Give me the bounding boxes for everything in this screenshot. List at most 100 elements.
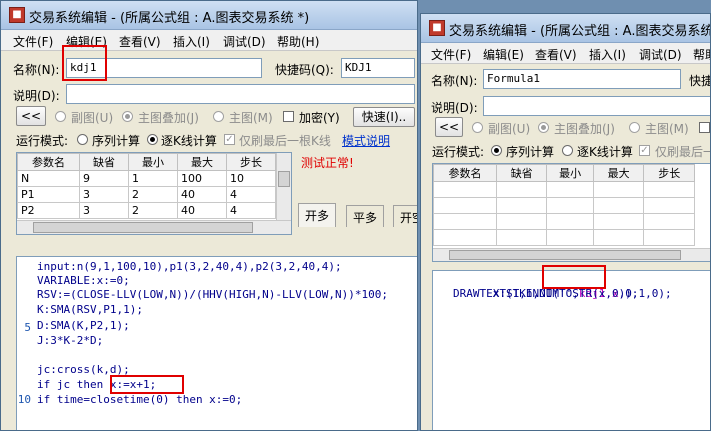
radio-mainchart[interactable] xyxy=(213,111,224,122)
only-last-bar-checkbox[interactable]: ✓ xyxy=(639,145,650,156)
code-editor[interactable]: 5 10 input:n(9,1,100,10),p1(3,2,40,4),p2… xyxy=(16,256,417,430)
menu-help[interactable]: 帮助(H) xyxy=(277,33,319,50)
shortcut-label: 快捷码(Q): xyxy=(275,63,334,77)
title-bar[interactable]: ■ 交易系统编辑 - (所属公式组 : A.图表交易系统) xyxy=(421,14,710,43)
radio-subchart[interactable] xyxy=(472,122,483,133)
params-header: 步长 xyxy=(226,153,276,171)
param-cell[interactable]: 4 xyxy=(226,186,276,203)
menu-view[interactable]: 查看(V) xyxy=(535,46,577,63)
param-cell[interactable]: 2 xyxy=(128,202,179,219)
params-grid[interactable]: 参数名 缺省 最小 最大 步长 N 9 1 100 10 P1 3 2 40 4 xyxy=(16,152,292,235)
menu-insert[interactable]: 插入(I) xyxy=(589,46,626,63)
radio-per-bar-calc[interactable] xyxy=(562,145,573,156)
table-row[interactable] xyxy=(433,229,695,246)
table-row[interactable]: N 9 1 100 10 xyxy=(16,170,276,187)
param-cell[interactable]: 2 xyxy=(128,186,179,203)
param-cell[interactable]: 40 xyxy=(177,186,227,203)
param-cell[interactable]: 1 xyxy=(128,170,179,187)
param-cell[interactable]: 4 xyxy=(226,202,276,219)
menu-insert[interactable]: 插入(I) xyxy=(173,33,210,50)
params-header: 步长 xyxy=(643,164,695,182)
params-header: 最大 xyxy=(177,153,227,171)
params-vertical-scrollbar[interactable] xyxy=(276,153,291,220)
table-row[interactable] xyxy=(433,181,695,198)
table-row[interactable] xyxy=(433,213,695,230)
name-input[interactable]: Formula1 xyxy=(483,69,681,89)
collapse-button[interactable]: << xyxy=(16,106,46,126)
tab-open-long[interactable]: 开多 xyxy=(298,203,337,227)
code-line: if time=closetime(0) then x:=0; xyxy=(37,393,243,406)
app-icon: ■ xyxy=(429,20,445,36)
param-cell[interactable]: 9 xyxy=(79,170,130,187)
menu-debug[interactable]: 调试(D) xyxy=(223,33,266,50)
params-table: 参数名 缺省 最小 最大 步长 xyxy=(433,164,695,246)
param-cell[interactable]: 100 xyxy=(177,170,227,187)
menu-edit[interactable]: 编辑(E) xyxy=(483,46,524,63)
radio-per-bar-calc-label: 逐K线计算 xyxy=(577,145,633,159)
params-header: 参数名 xyxy=(16,153,81,171)
radio-sequence-calc[interactable] xyxy=(77,134,88,145)
encrypt-label: 加密(Y) xyxy=(299,111,340,125)
table-row[interactable]: P1 3 2 40 4 xyxy=(16,186,276,203)
radio-main-overlay[interactable] xyxy=(538,122,549,133)
param-cell[interactable]: 3 xyxy=(79,202,130,219)
description-input[interactable] xyxy=(483,96,710,116)
only-last-bar-label: 仅刷最后一 xyxy=(655,145,711,159)
scroll-thumb[interactable] xyxy=(278,171,290,187)
code-editor[interactable]: x:STKINDI('',kdj1.x,0,1,0); DRAWTEXT(1,h… xyxy=(432,270,710,430)
radio-mainchart[interactable] xyxy=(629,122,640,133)
scroll-thumb[interactable] xyxy=(33,222,253,233)
menu-debug[interactable]: 调试(D) xyxy=(639,46,682,63)
table-row[interactable]: P2 3 2 40 4 xyxy=(16,202,276,219)
param-cell[interactable]: 10 xyxy=(226,170,276,187)
radio-sequence-calc-label: 序列计算 xyxy=(506,145,555,159)
param-cell[interactable]: P1 xyxy=(16,186,81,203)
tab-open-short[interactable]: 开空 xyxy=(393,205,417,227)
table-row[interactable] xyxy=(433,197,695,214)
params-grid[interactable]: 参数名 缺省 最小 最大 步长 xyxy=(432,163,710,262)
menu-file[interactable]: 文件(F) xyxy=(13,33,53,50)
menu-view[interactable]: 查看(V) xyxy=(119,33,161,50)
params-horizontal-scrollbar[interactable] xyxy=(17,220,291,234)
shortcut-input[interactable]: KDJ1 xyxy=(341,58,415,78)
code-line: VARIABLE:x:=0; xyxy=(37,274,130,287)
window-title: 交易系统编辑 - (所属公式组 : A.图表交易系统) xyxy=(449,24,711,39)
window-title: 交易系统编辑 - (所属公式组 : A.图表交易系统 *) xyxy=(29,11,310,26)
name-label: 名称(N): xyxy=(431,74,478,88)
encrypt-checkbox[interactable] xyxy=(699,122,710,133)
radio-sequence-calc[interactable] xyxy=(491,145,502,156)
radio-per-bar-calc[interactable] xyxy=(147,134,158,145)
radio-main-overlay-label: 主图叠加(J) xyxy=(554,122,615,136)
code-line: K:SMA(RSV,P1,1); xyxy=(37,303,143,316)
param-cell[interactable]: 3 xyxy=(79,186,130,203)
radio-sequence-calc-label: 序列计算 xyxy=(92,134,141,148)
radio-subchart[interactable] xyxy=(55,111,66,122)
param-cell[interactable]: P2 xyxy=(16,202,81,219)
encrypt-checkbox[interactable] xyxy=(283,111,294,122)
app-icon: ■ xyxy=(9,7,25,23)
shortcut-label: 快捷 xyxy=(689,74,711,88)
title-bar[interactable]: ■ 交易系统编辑 - (所属公式组 : A.图表交易系统 *) xyxy=(1,1,417,30)
tab-close-long[interactable]: 平多 xyxy=(346,205,385,227)
description-input[interactable] xyxy=(66,84,415,104)
radio-main-overlay[interactable] xyxy=(122,111,133,122)
radio-per-bar-calc-label: 逐K线计算 xyxy=(161,134,217,148)
params-header: 缺省 xyxy=(495,164,548,182)
only-last-bar-checkbox[interactable]: ✓ xyxy=(224,134,235,145)
code-highlight-box xyxy=(110,375,184,394)
only-last-bar-label: 仅刷最后一根K线 xyxy=(239,134,331,148)
mode-help-link[interactable]: 模式说明 xyxy=(342,132,390,149)
param-cell[interactable]: 40 xyxy=(177,202,227,219)
menu-help[interactable]: 帮助 xyxy=(693,46,710,63)
params-header-row: 参数名 缺省 最小 最大 步长 xyxy=(433,164,695,182)
params-header: 最小 xyxy=(128,153,179,171)
param-cell[interactable]: N xyxy=(16,170,81,187)
params-header: 缺省 xyxy=(79,153,130,171)
scroll-thumb[interactable] xyxy=(449,250,681,260)
menu-file[interactable]: 文件(F) xyxy=(431,46,471,63)
collapse-button[interactable]: << xyxy=(435,117,463,137)
quick-button[interactable]: 快速(I).. xyxy=(353,107,415,127)
params-horizontal-scrollbar[interactable] xyxy=(433,248,710,261)
menu-bar: 文件(F) 编辑(E) 查看(V) 插入(I) 调试(D) 帮助 xyxy=(421,43,710,64)
params-header: 最大 xyxy=(592,164,645,182)
